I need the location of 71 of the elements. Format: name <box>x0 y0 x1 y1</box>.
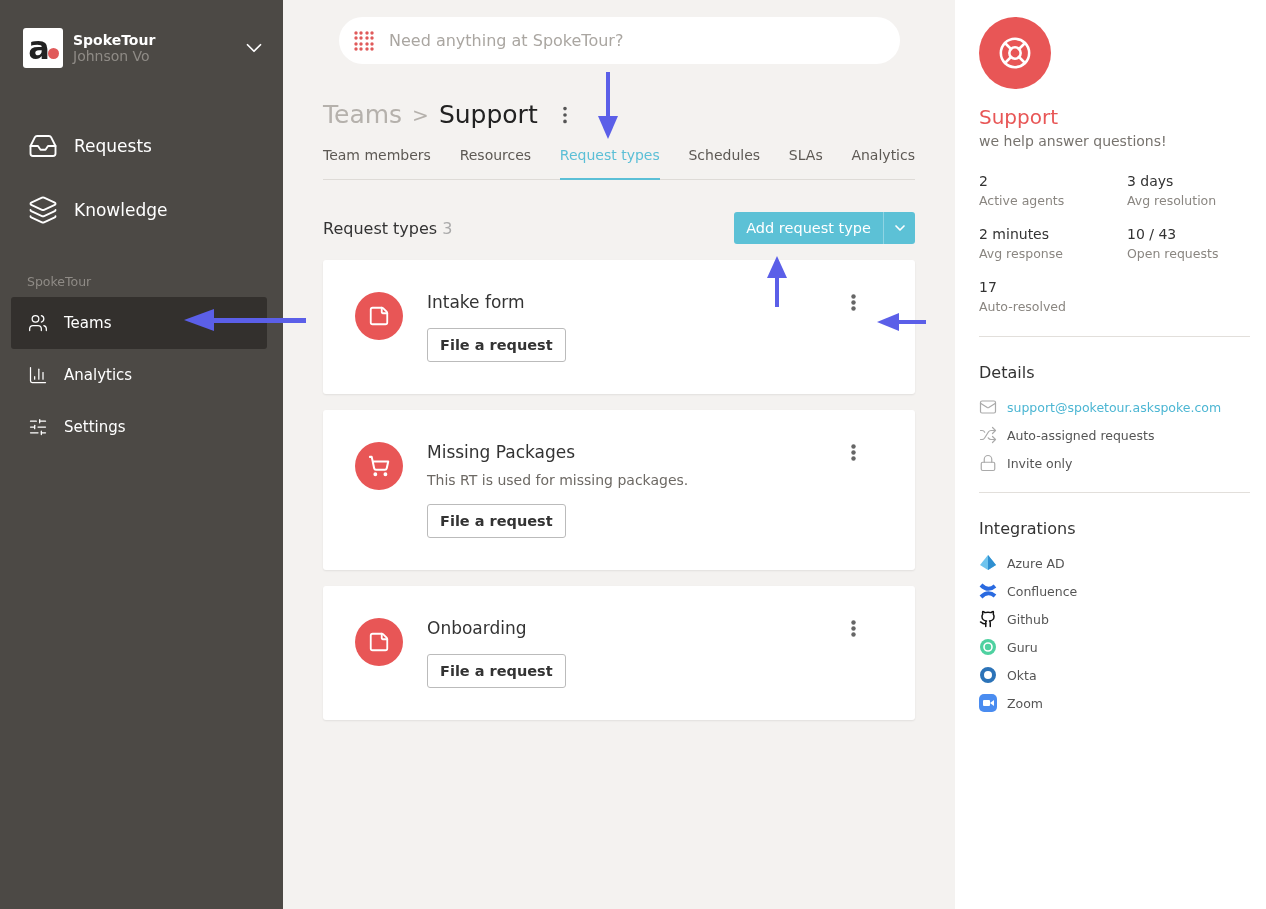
detail-text: Invite only <box>1007 455 1073 471</box>
file-request-button[interactable]: File a request <box>427 654 566 688</box>
search-field[interactable]: Need anything at SpokeTour? <box>339 17 900 64</box>
page-title: Support <box>438 100 538 129</box>
more-icon <box>851 443 856 461</box>
integration-name: Guru <box>1007 639 1038 655</box>
tab[interactable]: Team members <box>323 147 431 180</box>
cart-icon <box>368 455 390 477</box>
nav-item[interactable]: Requests <box>11 114 267 178</box>
nav-item[interactable]: Analytics <box>11 349 267 401</box>
workspace-logo: a <box>23 28 63 68</box>
note-icon <box>368 305 390 327</box>
tab[interactable]: Resources <box>459 147 532 180</box>
file-request-button[interactable]: File a request <box>427 328 566 362</box>
section-label: SpokeTour <box>26 273 93 291</box>
sliders-icon <box>28 417 48 437</box>
workspace-name: SpokeTour <box>73 32 157 48</box>
request-type-description: This RT is used for missing packages. <box>427 472 690 488</box>
nav-item[interactable]: Knowledge <box>11 178 267 242</box>
more-icon <box>851 619 856 637</box>
stat-value: 2 minutes <box>979 226 1051 242</box>
request-type-name: Onboarding <box>427 618 528 638</box>
stat-label: Auto-resolved <box>979 299 1067 314</box>
up-arrow-icon <box>767 256 787 307</box>
details-heading: Details <box>979 363 1036 382</box>
lifebuoy-icon <box>998 36 1032 70</box>
more-icon <box>851 293 856 311</box>
stat-value: 17 <box>979 279 998 295</box>
users-icon <box>28 313 48 333</box>
stat-value: 3 days <box>1127 173 1175 189</box>
user-name: Johnson Vo <box>73 48 151 64</box>
lock-icon <box>979 454 997 472</box>
tab[interactable]: Schedules <box>688 147 761 180</box>
section-title: Request types 3 <box>323 218 453 238</box>
tab[interactable]: Analytics <box>851 147 915 180</box>
request-type-name: Intake form <box>427 292 526 312</box>
team-name: Support <box>979 105 1060 129</box>
breadcrumb-separator: > <box>412 102 429 127</box>
nav-item[interactable]: Teams <box>11 297 267 349</box>
request-type-name: Missing Packages <box>427 442 577 462</box>
ring-icon <box>979 666 997 684</box>
integration-name: Azure AD <box>1007 555 1065 571</box>
stat-label: Avg resolution <box>1127 193 1218 208</box>
stat-label: Avg response <box>979 246 1064 261</box>
detail-text: Auto-assigned requests <box>1007 427 1155 443</box>
stat-label: Active agents <box>979 193 1066 208</box>
layers-icon <box>28 195 58 225</box>
stat-value: 10 / 43 <box>1127 226 1178 242</box>
integration-name: Github <box>1007 611 1049 627</box>
team-tagline: we help answer questions! <box>979 133 1168 149</box>
file-request-button[interactable]: File a request <box>427 504 566 538</box>
down-arrow-icon <box>598 72 618 139</box>
integration-name: Zoom <box>1007 695 1044 711</box>
pyramid-icon <box>979 554 997 572</box>
integration-name: Okta <box>1007 667 1037 683</box>
note-icon <box>368 631 390 653</box>
stat-label: Open requests <box>1127 246 1220 261</box>
tab[interactable]: SLAs <box>788 147 823 180</box>
cross-icon <box>979 582 997 600</box>
dots-grid-icon <box>353 30 375 52</box>
shuffle-icon <box>979 426 997 444</box>
mail-icon <box>979 398 997 416</box>
stat-value: 2 <box>979 173 989 189</box>
nav-item[interactable]: Settings <box>11 401 267 453</box>
video-camera-icon <box>979 694 997 712</box>
left-arrow-icon <box>877 313 926 331</box>
integrations-heading: Integrations <box>979 519 1077 538</box>
bar-chart-icon <box>28 365 48 385</box>
left-arrow-icon <box>184 309 306 331</box>
octocat-icon <box>979 610 997 628</box>
integration-name: Confluence <box>1007 583 1078 599</box>
